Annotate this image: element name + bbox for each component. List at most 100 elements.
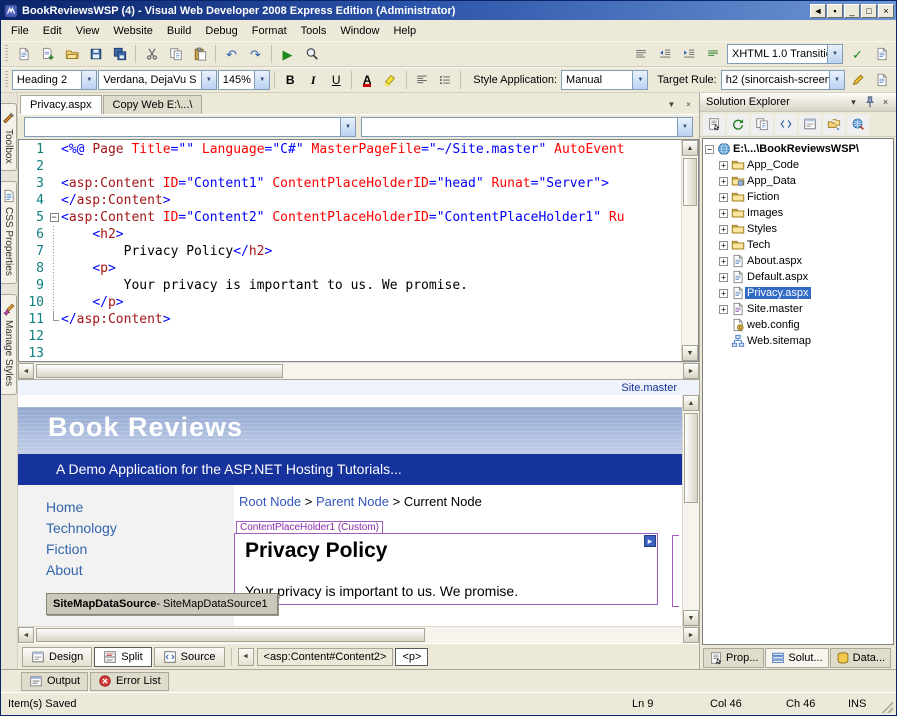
menu-debug[interactable]: Debug <box>198 20 244 41</box>
tag-navigator-item[interactable]: <p> <box>395 648 428 666</box>
increase-indent-button[interactable] <box>677 43 700 65</box>
sitemapdatasource-control[interactable]: SiteMapDataSource - SiteMapDataSource1 <box>46 593 278 615</box>
panel-tab-solut[interactable]: Solut... <box>765 648 828 668</box>
title-bar[interactable]: BookReviewsWSP (4) - Visual Web Develope… <box>1 1 896 20</box>
code-lines[interactable]: 1<%@ Page Title="" Language="C#" MasterP… <box>19 140 681 361</box>
nest-related-files-button[interactable] <box>751 114 773 135</box>
scroll-left-icon[interactable]: ◄ <box>18 363 34 379</box>
open-file-button[interactable] <box>60 43 83 65</box>
aspnet-configuration-button[interactable] <box>847 114 869 135</box>
tree-item-e-bookreviewswsp[interactable]: −E:\...\BookReviewsWSP\ <box>705 141 893 157</box>
scroll-right-icon[interactable]: ► <box>683 363 699 379</box>
source-code-editor[interactable]: 1<%@ Page Title="" Language="C#" MasterP… <box>18 139 699 362</box>
tree-item-styles[interactable]: +Styles <box>705 221 893 237</box>
tag-navigator-item[interactable]: <asp:Content#Content2> <box>257 648 394 666</box>
expand-icon[interactable]: + <box>719 241 728 250</box>
breadcrumb-link-root-node[interactable]: Root Node <box>239 494 301 509</box>
find-in-files-button[interactable] <box>300 43 323 65</box>
font-color-button[interactable]: A <box>356 69 378 91</box>
doctype-combobox[interactable]: XHTML 1.0 Transitional ( ▼ <box>727 44 843 64</box>
align-button[interactable] <box>411 69 433 91</box>
breadcrumb-link-parent-node[interactable]: Parent Node <box>316 494 389 509</box>
toolbar-grip[interactable] <box>5 71 8 89</box>
check-page-validity-button[interactable]: ✓ <box>846 43 869 65</box>
tree-item-web-sitemap[interactable]: Web.sitemap <box>705 333 893 349</box>
expand-icon[interactable]: + <box>719 209 728 218</box>
bottom-tab-output[interactable]: Output <box>21 672 88 691</box>
scrollbar-track[interactable] <box>34 363 683 379</box>
scroll-up-icon[interactable]: ▲ <box>683 395 699 411</box>
bottom-tab-error-list[interactable]: Error List <box>90 672 169 691</box>
expand-icon[interactable]: + <box>719 305 728 314</box>
chevron-down-icon[interactable]: ▼ <box>201 71 216 89</box>
scroll-down-icon[interactable]: ▼ <box>683 610 699 626</box>
design-nav-link-about[interactable]: About <box>18 560 234 581</box>
tree-item-tech[interactable]: +Tech <box>705 237 893 253</box>
copy-web-site-button[interactable] <box>823 114 845 135</box>
auto-hide-pin-icon[interactable] <box>862 95 877 109</box>
tree-item-app-data[interactable]: +App_Data <box>705 173 893 189</box>
expand-icon[interactable]: + <box>719 257 728 266</box>
source-view-button[interactable]: Source <box>154 647 225 667</box>
design-split-bar[interactable]: Site.master <box>18 379 699 395</box>
design-horizontal-scrollbar[interactable]: ◄ ► <box>18 626 699 643</box>
tab-list-dropdown-icon[interactable]: ▼ <box>664 97 679 111</box>
view-designer-button[interactable] <box>799 114 821 135</box>
underline-button[interactable]: U <box>325 69 347 91</box>
design-surface[interactable]: Book Reviews A Demo Application for the … <box>18 395 682 626</box>
italic-button[interactable]: I <box>302 69 324 91</box>
expand-icon[interactable]: + <box>719 161 728 170</box>
tree-item-site-master[interactable]: +Site.master <box>705 301 893 317</box>
scrollbar-thumb[interactable] <box>683 158 697 206</box>
menu-help[interactable]: Help <box>386 20 423 41</box>
page-heading[interactable]: Privacy Policy <box>245 539 647 563</box>
font-size-combobox[interactable]: 145% ▼ <box>218 70 270 90</box>
resize-grip[interactable] <box>880 700 893 713</box>
bold-button[interactable]: B <box>279 69 301 91</box>
tool-tab-css-properties[interactable]: CSS Properties <box>1 181 17 284</box>
design-nav-link-technology[interactable]: Technology <box>18 518 234 539</box>
page-body-text[interactable]: Your privacy is important to us. We prom… <box>245 583 518 599</box>
chevron-down-icon[interactable]: ▼ <box>340 118 355 136</box>
chevron-down-icon[interactable]: ▼ <box>632 71 647 89</box>
panel-tab-prop[interactable]: Prop... <box>703 648 764 668</box>
solution-explorer-header[interactable]: Solution Explorer ▾ × <box>700 93 896 112</box>
tool-tab-manage-styles[interactable]: Manage Styles <box>1 294 17 394</box>
menu-build[interactable]: Build <box>160 20 198 41</box>
copy-button[interactable] <box>164 43 187 65</box>
chevron-down-icon[interactable]: ▼ <box>81 71 96 89</box>
design-nav-link-fiction[interactable]: Fiction <box>18 539 234 560</box>
tool-tab-toolbox[interactable]: Toolbox <box>1 103 17 171</box>
content-placeholder-label[interactable]: ContentPlaceHolder1 (Custom) <box>236 521 383 534</box>
minimize-button[interactable]: _ <box>844 4 860 18</box>
tree-item-app-code[interactable]: +App_Code <box>705 157 893 173</box>
scroll-down-icon[interactable]: ▼ <box>682 345 698 361</box>
style-combobox[interactable]: Heading 2 ▼ <box>12 70 97 90</box>
redo-button[interactable]: ↷ <box>244 43 267 65</box>
undo-button[interactable]: ↶ <box>220 43 243 65</box>
toolbar-options-button[interactable]: ◄ <box>810 4 826 18</box>
close-button[interactable]: × <box>878 4 894 18</box>
close-document-icon[interactable]: × <box>681 97 696 111</box>
menu-edit[interactable]: Edit <box>36 20 69 41</box>
menu-website[interactable]: Website <box>106 20 160 41</box>
properties-button[interactable] <box>703 114 725 135</box>
add-new-item-button[interactable] <box>36 43 59 65</box>
scrollbar-thumb[interactable] <box>36 628 425 642</box>
expand-icon[interactable]: + <box>719 225 728 234</box>
chevron-down-icon[interactable]: ▼ <box>677 118 692 136</box>
maximize-button[interactable]: □ <box>861 4 877 18</box>
solution-tree-container[interactable]: −E:\...\BookReviewsWSP\+App_Code+App_Dat… <box>702 138 894 645</box>
save-button[interactable] <box>84 43 107 65</box>
new-web-site-button[interactable] <box>12 43 35 65</box>
save-all-button[interactable] <box>108 43 131 65</box>
refresh-button[interactable] <box>727 114 749 135</box>
content-placeholder-region[interactable]: ▸ Privacy Policy Your privacy is importa… <box>234 533 658 605</box>
scrollbar-track[interactable] <box>34 627 683 643</box>
event-combobox[interactable]: ▼ <box>361 117 693 137</box>
window-position-icon[interactable]: ▾ <box>846 95 861 109</box>
scroll-right-icon[interactable]: ► <box>683 627 699 643</box>
site-subtitle-bar[interactable]: A Demo Application for the ASP.NET Hosti… <box>18 454 682 485</box>
paste-button[interactable] <box>188 43 211 65</box>
expand-icon[interactable]: + <box>719 273 728 282</box>
